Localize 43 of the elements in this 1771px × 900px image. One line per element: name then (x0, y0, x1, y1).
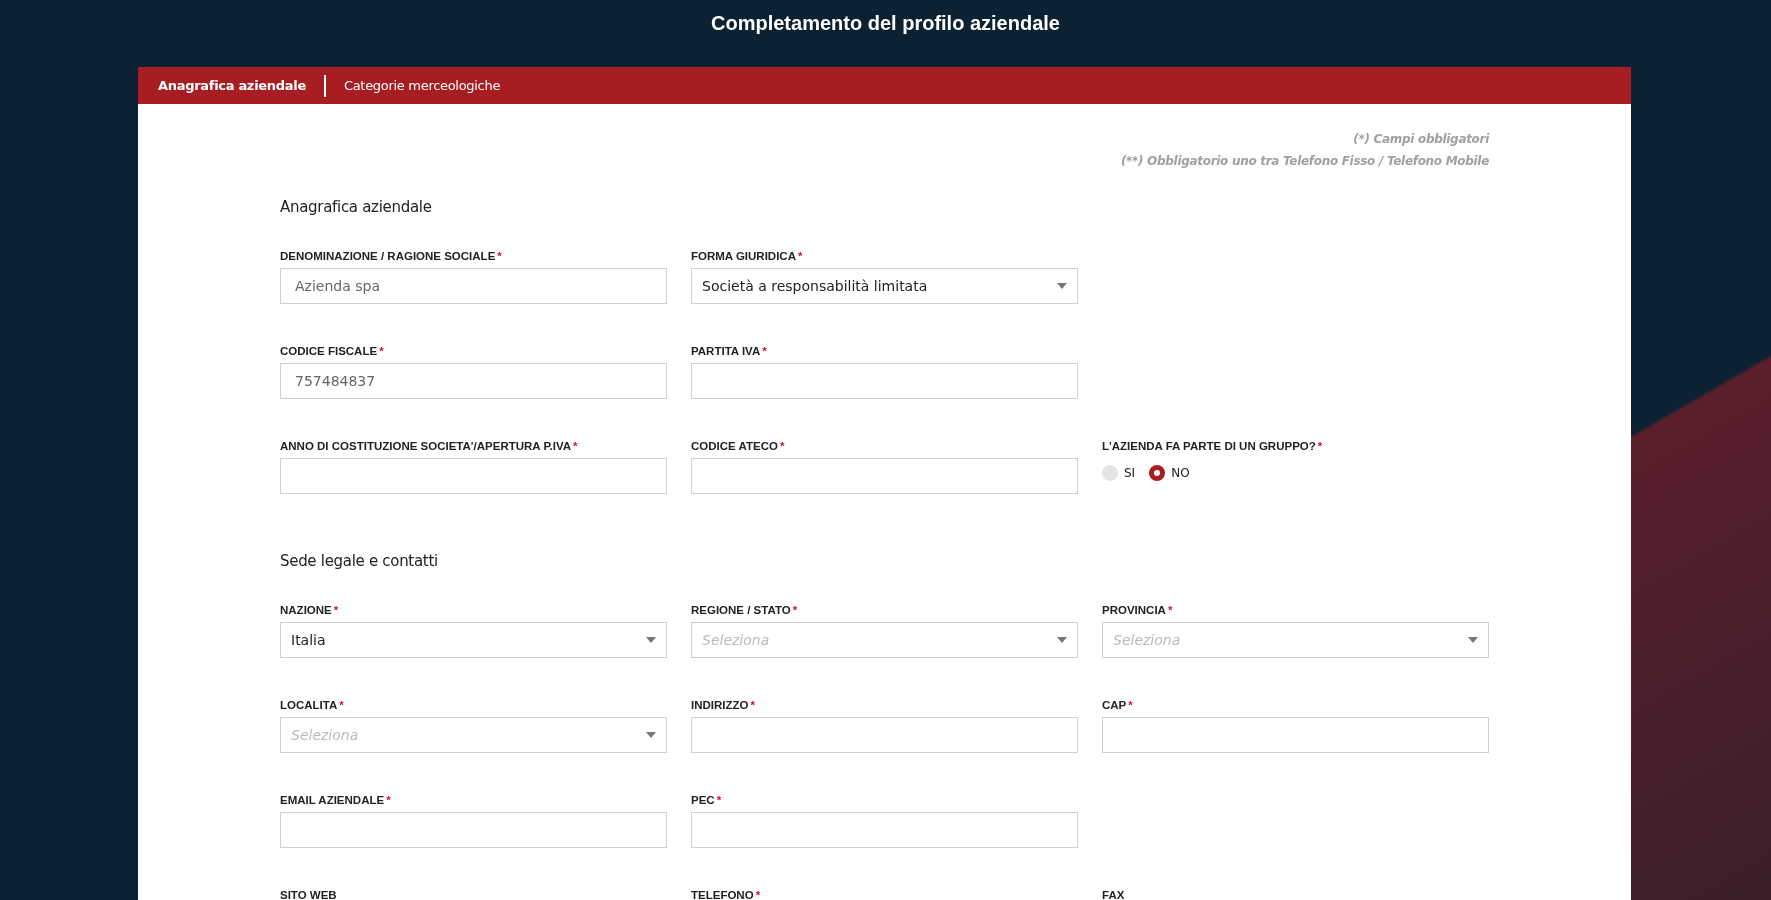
radio-option[interactable]: NO (1149, 465, 1190, 481)
field-label: REGIONE / STATO * (691, 604, 799, 616)
text-field[interactable] (1102, 717, 1489, 753)
note-text: (*) Campi obbligatori (1353, 132, 1489, 146)
text-field[interactable]: Azienda spa (280, 268, 667, 304)
field-label: CODICE ATECO * (691, 440, 786, 452)
field-label: FORMA GIURIDICA * (691, 250, 804, 262)
field-label: EMAIL AZIENDALE * (280, 794, 392, 806)
dropdown-caret-icon (1057, 637, 1067, 643)
field-label: TELEFONO * (691, 889, 762, 900)
dropdown-caret-icon (1468, 637, 1478, 643)
radio-option[interactable]: SI (1102, 465, 1136, 481)
dropdown-caret-icon (646, 732, 656, 738)
field-label: SITO WEB (280, 889, 338, 900)
dropdown-caret-icon (646, 637, 656, 643)
text-field[interactable]: 757484837 (280, 363, 667, 399)
field-label: ANNO DI COSTITUZIONE SOCIETA'/APERTURA P.IVA * (280, 440, 579, 452)
select-field[interactable]: Società a responsabilità limitata (691, 268, 1078, 304)
tab[interactable]: Anagrafica aziendale (158, 74, 326, 97)
tab[interactable]: Categorie merceologiche (325, 74, 519, 97)
field-label: L'AZIENDA FA PARTE DI UN GRUPPO? * (1102, 440, 1324, 452)
dropdown-caret-icon (1057, 283, 1067, 289)
field-label: FAX (1102, 889, 1126, 900)
field-label: PEC * (691, 794, 723, 806)
text-field[interactable] (691, 458, 1078, 494)
field-label: DENOMINAZIONE / RAGIONE SOCIALE * (280, 250, 503, 262)
text-field[interactable] (691, 363, 1078, 399)
field-label: CODICE FISCALE * (280, 345, 385, 357)
text-field[interactable] (280, 458, 667, 494)
page-title: Completamento del profilo aziendale (710, 11, 1061, 36)
section-title: Sede legale e contatti (280, 552, 439, 570)
field-label: PARTITA IVA * (691, 345, 768, 357)
text-field[interactable] (280, 812, 667, 848)
field-label: NAZIONE * (280, 604, 340, 616)
text-field[interactable] (691, 812, 1078, 848)
field-label: PROVINCIA * (1102, 604, 1174, 616)
text-field[interactable] (691, 717, 1078, 753)
field-label: LOCALITA * (280, 699, 345, 711)
section-title: Anagrafica aziendale (280, 198, 433, 216)
note-text: (**) Obbligatorio uno tra Telefono Fisso / Telefono Mobile (1120, 154, 1489, 168)
field-label: INDIRIZZO * (691, 699, 756, 711)
select-field[interactable]: Italia (280, 622, 667, 658)
field-label: CAP * (1102, 699, 1134, 711)
